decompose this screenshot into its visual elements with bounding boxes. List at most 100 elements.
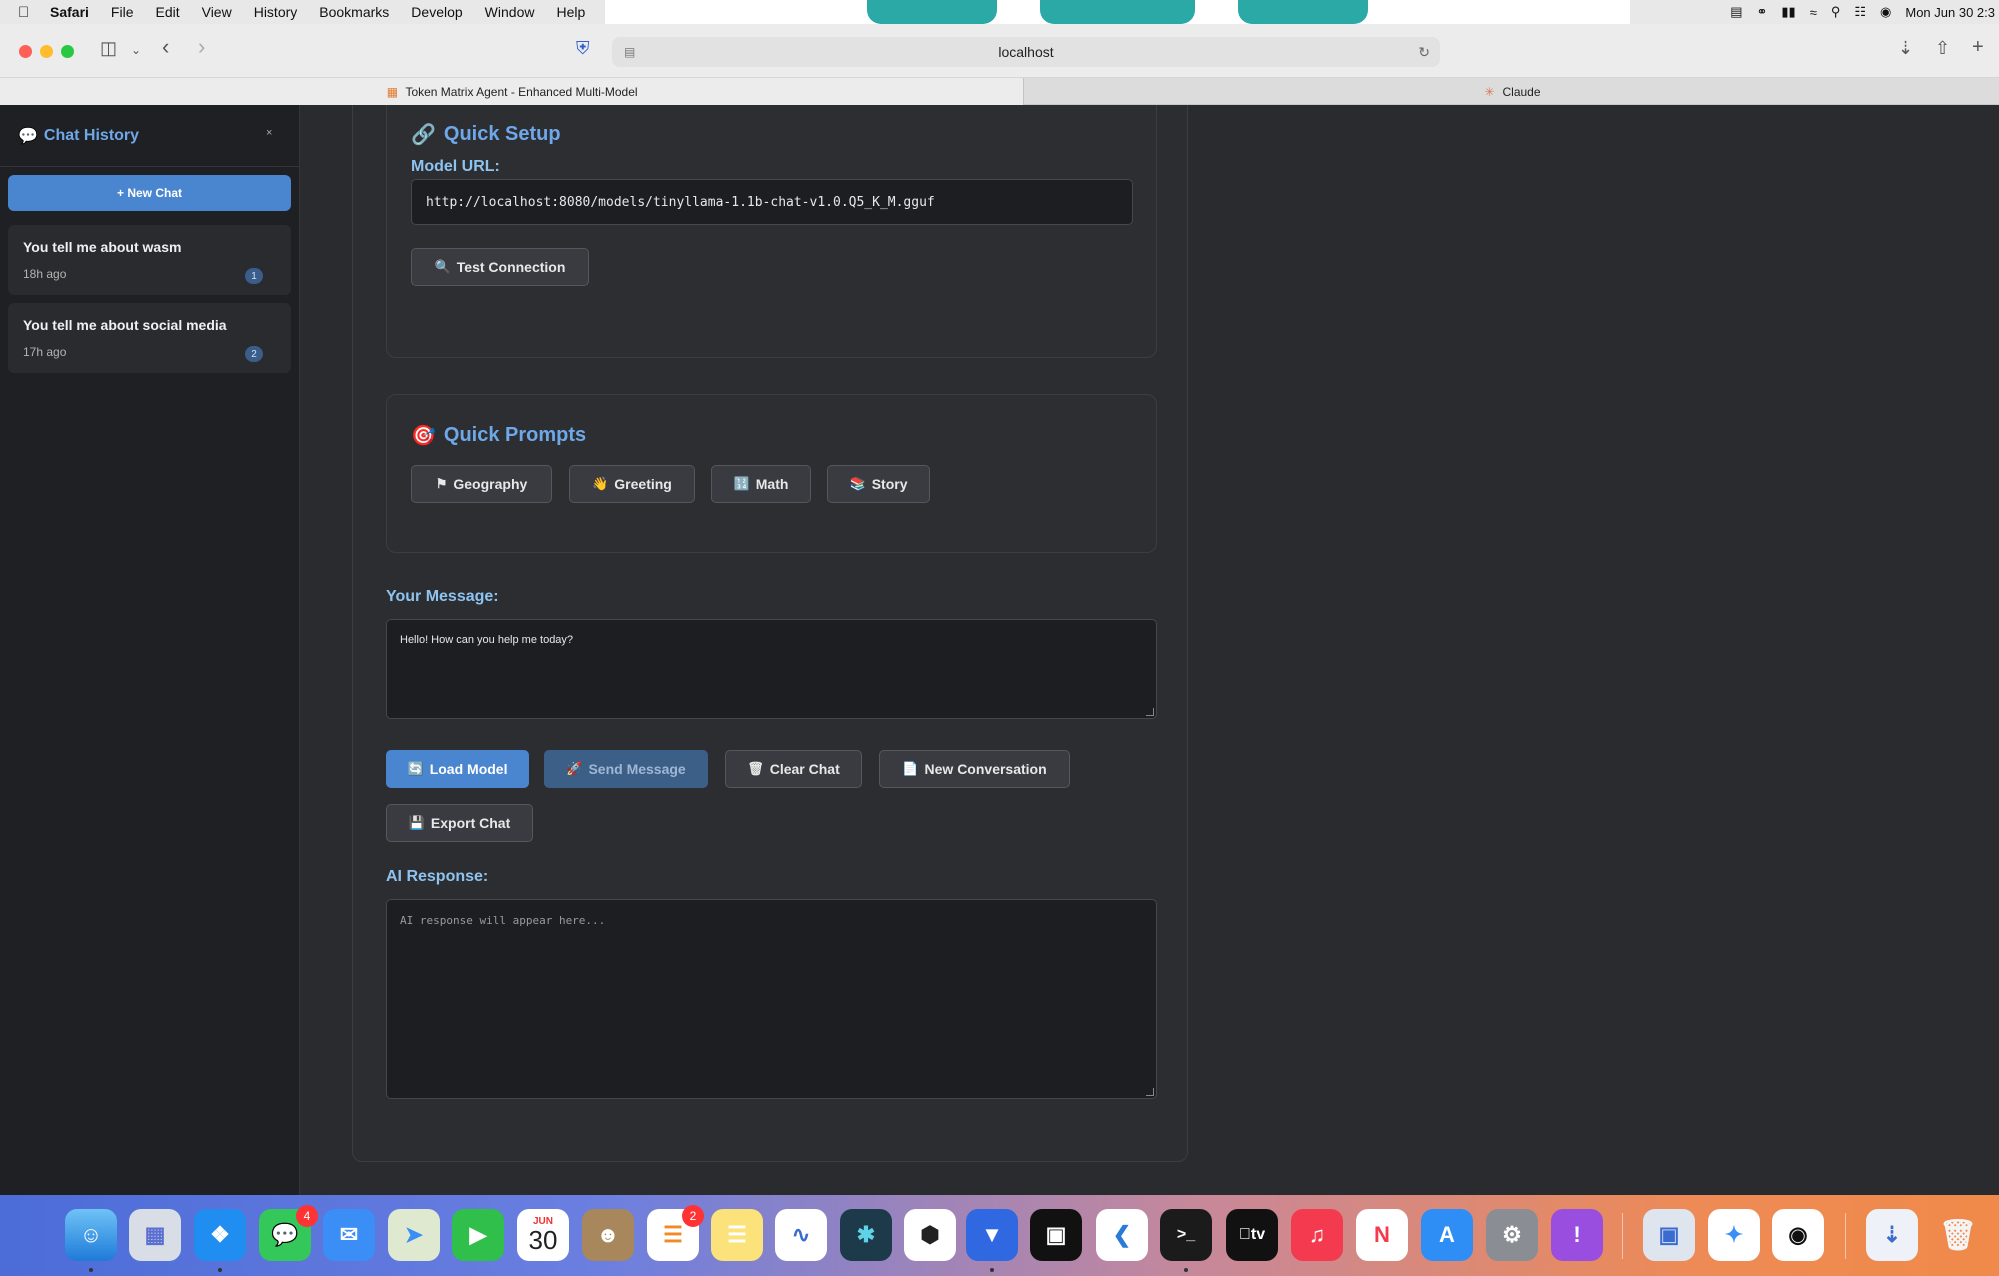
- notes-icon[interactable]: ☰: [711, 1209, 763, 1261]
- back-icon[interactable]: ‹: [162, 34, 169, 60]
- menu-view[interactable]: View: [202, 4, 232, 20]
- ai-response-textarea[interactable]: AI response will appear here...: [386, 899, 1157, 1099]
- menu-window[interactable]: Window: [485, 4, 535, 20]
- cube-app-icon[interactable]: ▣: [1030, 1209, 1082, 1261]
- page-settings-icon[interactable]: ▤: [624, 45, 635, 59]
- menu-bar-empty-area: [605, 0, 1630, 24]
- maps-icon[interactable]: ➤: [388, 1209, 440, 1261]
- forward-icon[interactable]: ›: [198, 34, 205, 60]
- main-panel: 🔗 Quick Setup Model URL: http://localhos…: [352, 105, 1188, 1162]
- prompt-math-button[interactable]: 🔢 Math: [711, 465, 811, 503]
- downloads-stack-icon[interactable]: ⇣: [1866, 1209, 1918, 1261]
- sidebar-title: 💬 Chat History: [18, 126, 139, 146]
- feedback-icon[interactable]: !: [1551, 1209, 1603, 1261]
- spotlight-icon[interactable]: ⚲: [1831, 4, 1841, 20]
- finder-icon[interactable]: ☺: [65, 1209, 117, 1261]
- menu-history[interactable]: History: [254, 4, 298, 20]
- chat-history-item[interactable]: You tell me about social media 17h ago 2: [8, 303, 291, 373]
- apple-tv-icon[interactable]: tv: [1226, 1209, 1278, 1261]
- preview-icon[interactable]: ▣: [1643, 1209, 1695, 1261]
- virtualbox-icon[interactable]: ⬢: [904, 1209, 956, 1261]
- contacts-icon[interactable]: ☻: [582, 1209, 634, 1261]
- perplexity-icon[interactable]: ✱: [840, 1209, 892, 1261]
- menu-app-name[interactable]: Safari: [50, 4, 89, 20]
- prompt-story-button[interactable]: 📚 Story: [827, 465, 930, 503]
- creative-cloud-icon[interactable]: ⚭: [1756, 4, 1767, 20]
- resize-handle-icon[interactable]: [1146, 708, 1154, 716]
- new-tab-icon[interactable]: +: [1972, 36, 1984, 59]
- clear-chat-button[interactable]: 🗑 Clear Chat: [725, 750, 862, 788]
- maximize-window-button[interactable]: [61, 45, 74, 58]
- apple-icon[interactable]: : [18, 4, 36, 21]
- launchpad-icon[interactable]: ▦: [129, 1209, 181, 1261]
- new-conversation-button[interactable]: 📄 New Conversation: [879, 750, 1070, 788]
- downloads-icon[interactable]: ⇣: [1898, 38, 1913, 59]
- battery-icon[interactable]: ▮▮: [1781, 4, 1795, 20]
- chevron-down-icon[interactable]: ⌄: [131, 43, 141, 57]
- sidebar-toggle-status-icon[interactable]: ▤: [1730, 4, 1742, 20]
- safari-icon[interactable]: ❖: [194, 1209, 246, 1261]
- clock[interactable]: Mon Jun 30 2:3: [1905, 5, 1995, 20]
- prompt-geography-button[interactable]: ⚑ Geography: [411, 465, 552, 503]
- prompt-greeting-button[interactable]: 👋 Greeting: [569, 465, 695, 503]
- address-bar[interactable]: ▤ localhost ↻: [612, 37, 1440, 67]
- chat-history-item[interactable]: You tell me about wasm 18h ago 1: [8, 225, 291, 295]
- quick-setup-title: 🔗 Quick Setup: [411, 122, 561, 147]
- menu-edit[interactable]: Edit: [155, 4, 179, 20]
- calendar-day: 30: [528, 1225, 558, 1255]
- migration-icon[interactable]: ✦: [1708, 1209, 1760, 1261]
- message-text: Hello! How can you help me today?: [400, 634, 574, 646]
- tab-claude[interactable]: ✳ Claude: [1023, 78, 1999, 105]
- menu-bookmarks[interactable]: Bookmarks: [319, 4, 389, 20]
- send-message-button[interactable]: 🚀 Send Message: [544, 750, 708, 788]
- close-sidebar-icon[interactable]: ×: [266, 127, 272, 139]
- mail-icon[interactable]: ✉: [323, 1209, 375, 1261]
- menu-develop[interactable]: Develop: [411, 4, 462, 20]
- ai-response-label: AI Response:: [386, 868, 489, 885]
- running-indicator: [1184, 1268, 1188, 1272]
- system-settings-icon[interactable]: ⚙: [1486, 1209, 1538, 1261]
- new-chat-button[interactable]: + New Chat: [8, 175, 291, 211]
- chat-history-sidebar: 💬 Chat History × + New Chat You tell me …: [0, 105, 300, 1195]
- new-conversation-label: New Conversation: [924, 761, 1047, 777]
- message-count-badge: 1: [245, 268, 263, 284]
- message-textarea[interactable]: Hello! How can you help me today?: [386, 619, 1157, 719]
- prompt-label: Story: [871, 476, 908, 492]
- ai-response-placeholder: AI response will appear here...: [400, 914, 606, 927]
- close-window-button[interactable]: [19, 45, 32, 58]
- terminal-icon[interactable]: >_: [1160, 1209, 1212, 1261]
- calendar-icon[interactable]: JUN 30: [517, 1209, 569, 1261]
- menu-help[interactable]: Help: [556, 4, 585, 20]
- tab-title: Token Matrix Agent - Enhanced Multi-Mode…: [405, 84, 638, 99]
- speech-bubble-icon: 💬: [18, 127, 38, 145]
- siri-icon[interactable]: ◉: [1880, 4, 1891, 20]
- app-store-icon[interactable]: A: [1421, 1209, 1473, 1261]
- test-connection-button[interactable]: 🔍 Test Connection: [411, 248, 589, 286]
- sidebar-toggle-icon[interactable]: ◫: [100, 38, 117, 59]
- download-app-icon[interactable]: ▼: [966, 1209, 1018, 1261]
- reload-icon[interactable]: ↻: [1418, 44, 1430, 61]
- resize-handle-icon[interactable]: [1146, 1088, 1154, 1096]
- ollama-icon[interactable]: ◉: [1772, 1209, 1824, 1261]
- facetime-icon[interactable]: ▶: [452, 1209, 504, 1261]
- sidebar-header: 💬 Chat History: [0, 105, 299, 167]
- quick-prompts-title-text: Quick Prompts: [443, 424, 587, 446]
- wifi-icon[interactable]: ≈: [1810, 5, 1817, 20]
- trash-icon[interactable]: 🗑: [1932, 1209, 1984, 1261]
- tab-token-matrix[interactable]: ▦ Token Matrix Agent - Enhanced Multi-Mo…: [0, 78, 1023, 105]
- freeform-icon[interactable]: ∿: [775, 1209, 827, 1261]
- news-icon[interactable]: N: [1356, 1209, 1408, 1261]
- load-model-button[interactable]: 🔄 Load Model: [386, 750, 529, 788]
- share-icon[interactable]: ⇧: [1935, 38, 1950, 59]
- magnifier-icon: 🔍: [434, 259, 451, 274]
- music-icon[interactable]: ♫: [1291, 1209, 1343, 1261]
- menu-file[interactable]: File: [111, 4, 134, 20]
- trash-icon: 🗑: [747, 761, 764, 776]
- control-center-icon[interactable]: ☷: [1854, 4, 1866, 20]
- minimize-window-button[interactable]: [40, 45, 53, 58]
- vscode-icon[interactable]: ❮: [1096, 1209, 1148, 1261]
- export-chat-button[interactable]: 💾 Export Chat: [386, 804, 533, 842]
- model-url-input[interactable]: http://localhost:8080/models/tinyllama-1…: [411, 179, 1133, 225]
- privacy-shield-icon[interactable]: ⛨: [576, 38, 590, 59]
- tab-bar: ▦ Token Matrix Agent - Enhanced Multi-Mo…: [0, 78, 1999, 105]
